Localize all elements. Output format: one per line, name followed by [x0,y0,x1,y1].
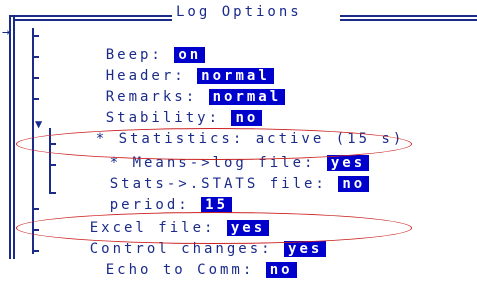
tree-tick [32,98,39,100]
option-value[interactable]: no [338,176,370,192]
expanded-triangle-icon[interactable]: ▼ [35,117,42,131]
tree-tick [32,250,39,252]
option-beep[interactable]: Beep: on [60,25,206,63]
frame-top-left-inner [13,19,172,21]
annotation-oval-means [16,128,412,160]
frame-top-right-outer [340,15,477,17]
tree-tick [32,208,39,210]
tree-tick [49,192,56,194]
frame-left-inner [13,17,15,259]
option-header[interactable]: Header: normal [60,46,274,84]
tree-tick [32,77,39,79]
frame-left-outer [9,17,11,259]
option-statistics[interactable]: * Statistics: active (15 s) [50,109,404,147]
tree-tick [32,35,39,37]
option-period[interactable]: period: 15 [64,175,233,213]
option-label: Echo to Comm: [105,262,255,278]
tree-tick [32,56,39,58]
option-value[interactable]: no [265,262,297,278]
option-stability[interactable]: Stability: no [60,88,263,126]
right-arrow-icon: → [2,25,10,40]
option-remarks[interactable]: Remarks: normal [60,67,286,105]
log-options-panel: Log Options → Beep: on Header: normal Re… [0,0,477,278]
frame-top-right-inner [340,19,477,21]
frame-top-left-outer [9,15,172,17]
annotation-oval-control [16,212,412,244]
panel-title: Log Options [172,4,306,20]
